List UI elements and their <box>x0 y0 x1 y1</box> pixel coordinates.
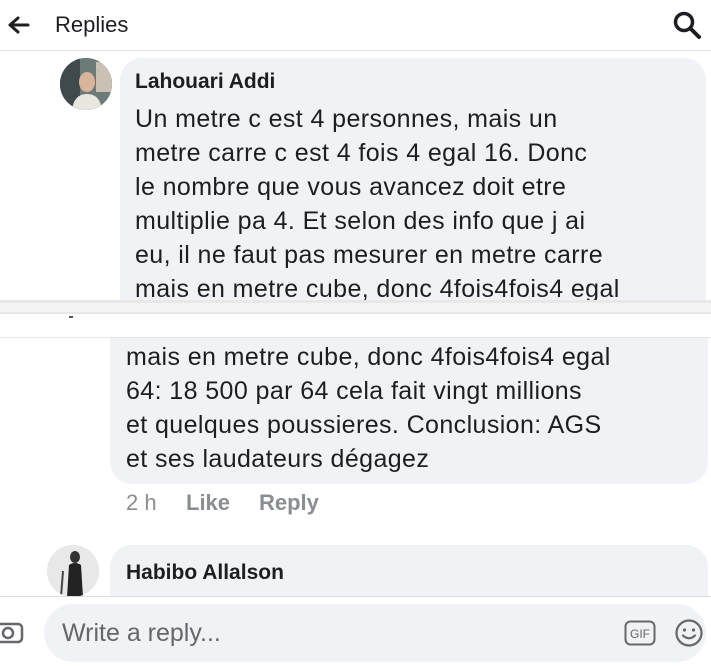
avatar-photo-icon <box>47 545 99 597</box>
comment-timestamp: 2 h <box>126 490 157 515</box>
comment-line: mais en metre cube, donc 4fois4fois4 ega… <box>135 275 620 301</box>
comment-line: 64: 18 500 par 64 cela fait vingt millio… <box>126 377 582 405</box>
comment-text: mais en metre cube, donc 4fois4fois4 ega… <box>126 340 706 476</box>
comment-line: et quelques poussieres. Conclusion: AGS <box>126 411 602 439</box>
back-arrow-icon[interactable] <box>6 12 34 38</box>
reply-button[interactable]: Reply <box>259 490 319 516</box>
comment-line: le nombre que vous avancez doit etre <box>135 173 567 201</box>
comment-author[interactable]: Habibo Allalson <box>126 561 284 585</box>
page-title: Replies <box>55 12 129 37</box>
search-icon[interactable] <box>672 10 702 40</box>
comment-author[interactable]: Lahouari Addi <box>135 70 275 94</box>
avatar-habibo-allalson[interactable] <box>47 545 99 597</box>
gif-label: GIF <box>630 627 650 641</box>
comment-text: Un metre c est 4 personnes, mais un metr… <box>135 102 700 301</box>
gif-icon[interactable]: GIF <box>624 620 656 646</box>
comment-bubble-1: Lahouari Addi Un metre c est 4 personnes… <box>120 58 706 301</box>
comment-line: eu, il ne faut pas mesurer en metre carr… <box>135 241 603 269</box>
reply-input[interactable] <box>44 604 706 662</box>
avatar-lahouari-addi[interactable] <box>60 58 112 110</box>
like-button[interactable]: Like <box>186 490 230 516</box>
header-bar: Replies <box>0 0 711 51</box>
camera-icon[interactable] <box>0 618 26 644</box>
comment-line: mais en metre cube, donc 4fois4fois4 ega… <box>126 343 611 371</box>
screenshot-divider-inner <box>0 303 711 312</box>
divider-mark <box>69 316 73 318</box>
comment-line: Un metre c est 4 personnes, mais un <box>135 105 558 133</box>
comment-line: et ses laudateurs dégagez <box>126 445 430 473</box>
emoji-smiley-icon[interactable] <box>674 618 704 648</box>
comment-line: metre carre c est 4 fois 4 egal 16. Donc <box>135 139 588 167</box>
comment-line: multiplie pa 4. Et selon des info que j … <box>135 207 586 235</box>
comment-bubble-continuation: mais en metre cube, donc 4fois4fois4 ega… <box>110 338 708 484</box>
avatar-photo-icon <box>60 58 112 110</box>
